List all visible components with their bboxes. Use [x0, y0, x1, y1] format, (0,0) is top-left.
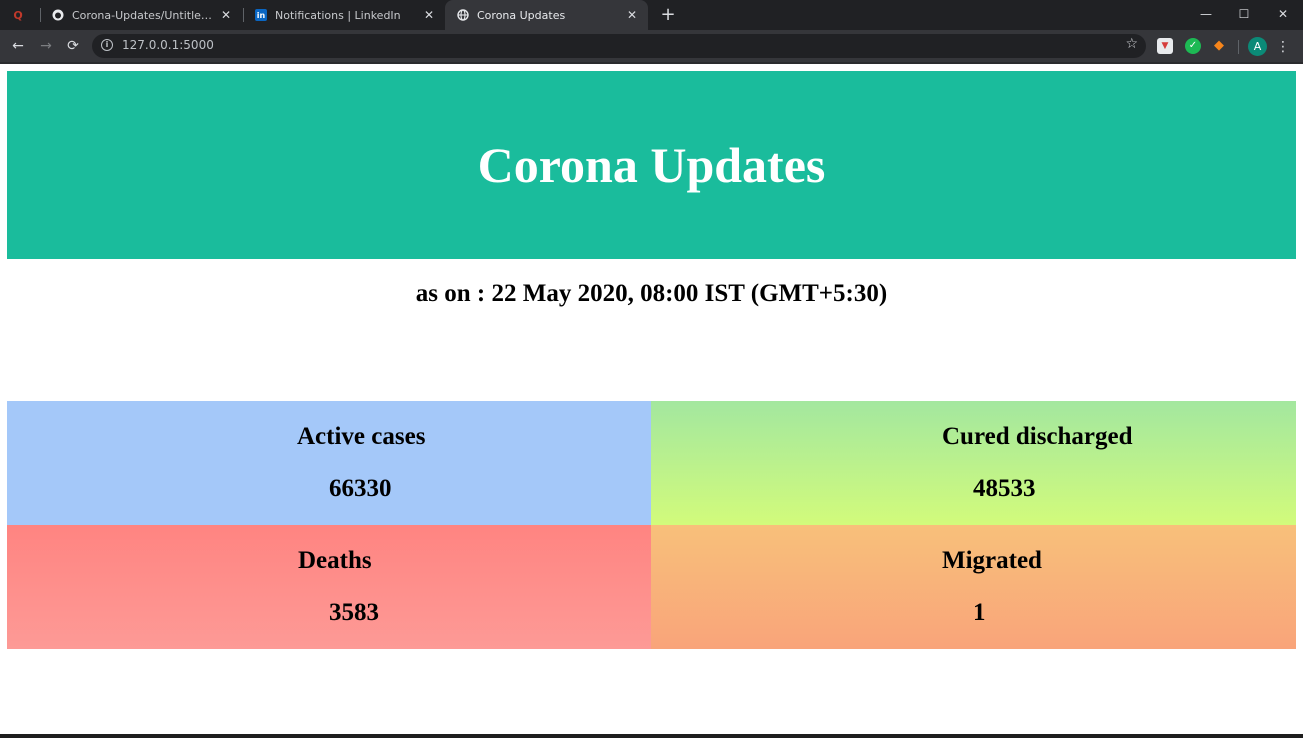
- close-tab-icon[interactable]: ✕: [421, 8, 437, 22]
- tab-quora[interactable]: Q: [0, 0, 38, 30]
- site-info-icon[interactable]: i: [101, 39, 113, 51]
- new-tab-button[interactable]: +: [657, 4, 679, 26]
- restore-icon[interactable]: ☐: [1229, 4, 1259, 24]
- close-tab-icon[interactable]: ✕: [218, 8, 234, 22]
- active-cases-card: Active cases 66330: [7, 401, 651, 525]
- linkedin-icon: in: [255, 9, 267, 21]
- migrated-value: 1: [973, 599, 986, 626]
- reload-icon[interactable]: ⟳: [63, 36, 83, 56]
- browser-toolbar: ← → ⟳ i 127.0.0.1:5000 ☆ ▼ ✓ ◆: [0, 30, 1303, 62]
- deaths-card: Deaths 3583: [7, 525, 651, 649]
- migrated-label: Migrated: [942, 547, 1042, 574]
- cured-discharged-value: 48533: [973, 475, 1036, 502]
- metamask-extension-icon[interactable]: ◆: [1211, 38, 1227, 54]
- menu-kebab-icon[interactable]: ⋮: [1276, 38, 1290, 56]
- page-title: Corona Updates: [477, 137, 826, 193]
- close-tab-icon[interactable]: ✕: [624, 8, 640, 22]
- quora-icon: Q: [13, 8, 23, 22]
- bookmark-star-icon[interactable]: ☆: [1125, 36, 1138, 52]
- close-window-icon[interactable]: ✕: [1268, 4, 1298, 24]
- github-icon: [52, 9, 64, 21]
- url-text: 127.0.0.1:5000: [122, 38, 214, 52]
- taskbar-edge: [0, 734, 1303, 738]
- globe-icon: [457, 9, 469, 21]
- profile-avatar[interactable]: A: [1248, 37, 1267, 56]
- address-bar[interactable]: i 127.0.0.1:5000 ☆: [92, 34, 1146, 58]
- tab-corona-updates[interactable]: Corona Updates ✕: [445, 0, 648, 30]
- active-cases-label: Active cases: [297, 423, 426, 450]
- tab-github[interactable]: Corona-Updates/Untitled.png at ✕: [40, 0, 242, 30]
- minimize-icon[interactable]: —: [1191, 4, 1221, 24]
- migrated-card: Migrated 1: [651, 525, 1296, 649]
- header-banner: Corona Updates: [7, 71, 1296, 259]
- as-on-timestamp: as on : 22 May 2020, 08:00 IST (GMT+5:30…: [415, 280, 888, 307]
- tab-title: Corona Updates: [477, 8, 566, 22]
- active-cases-value: 66330: [329, 475, 392, 502]
- back-arrow-icon[interactable]: ←: [8, 36, 28, 56]
- stats-grid: Active cases 66330 Cured discharged 4853…: [7, 401, 1296, 649]
- tab-title: Notifications | LinkedIn: [275, 8, 401, 22]
- deaths-label: Deaths: [298, 547, 372, 574]
- pocket-extension-icon[interactable]: ▼: [1157, 38, 1173, 54]
- tab-linkedin[interactable]: in Notifications | LinkedIn ✕: [243, 0, 445, 30]
- deaths-value: 3583: [329, 599, 379, 626]
- browser-tab-strip: Q Corona-Updates/Untitled.png at ✕ in No…: [0, 0, 1303, 30]
- tab-title: Corona-Updates/Untitled.png at: [72, 8, 218, 22]
- shield-extension-icon[interactable]: ✓: [1185, 38, 1201, 54]
- forward-arrow-icon[interactable]: →: [36, 36, 56, 56]
- cured-discharged-card: Cured discharged 48533: [651, 401, 1296, 525]
- cured-discharged-label: Cured discharged: [942, 423, 1133, 450]
